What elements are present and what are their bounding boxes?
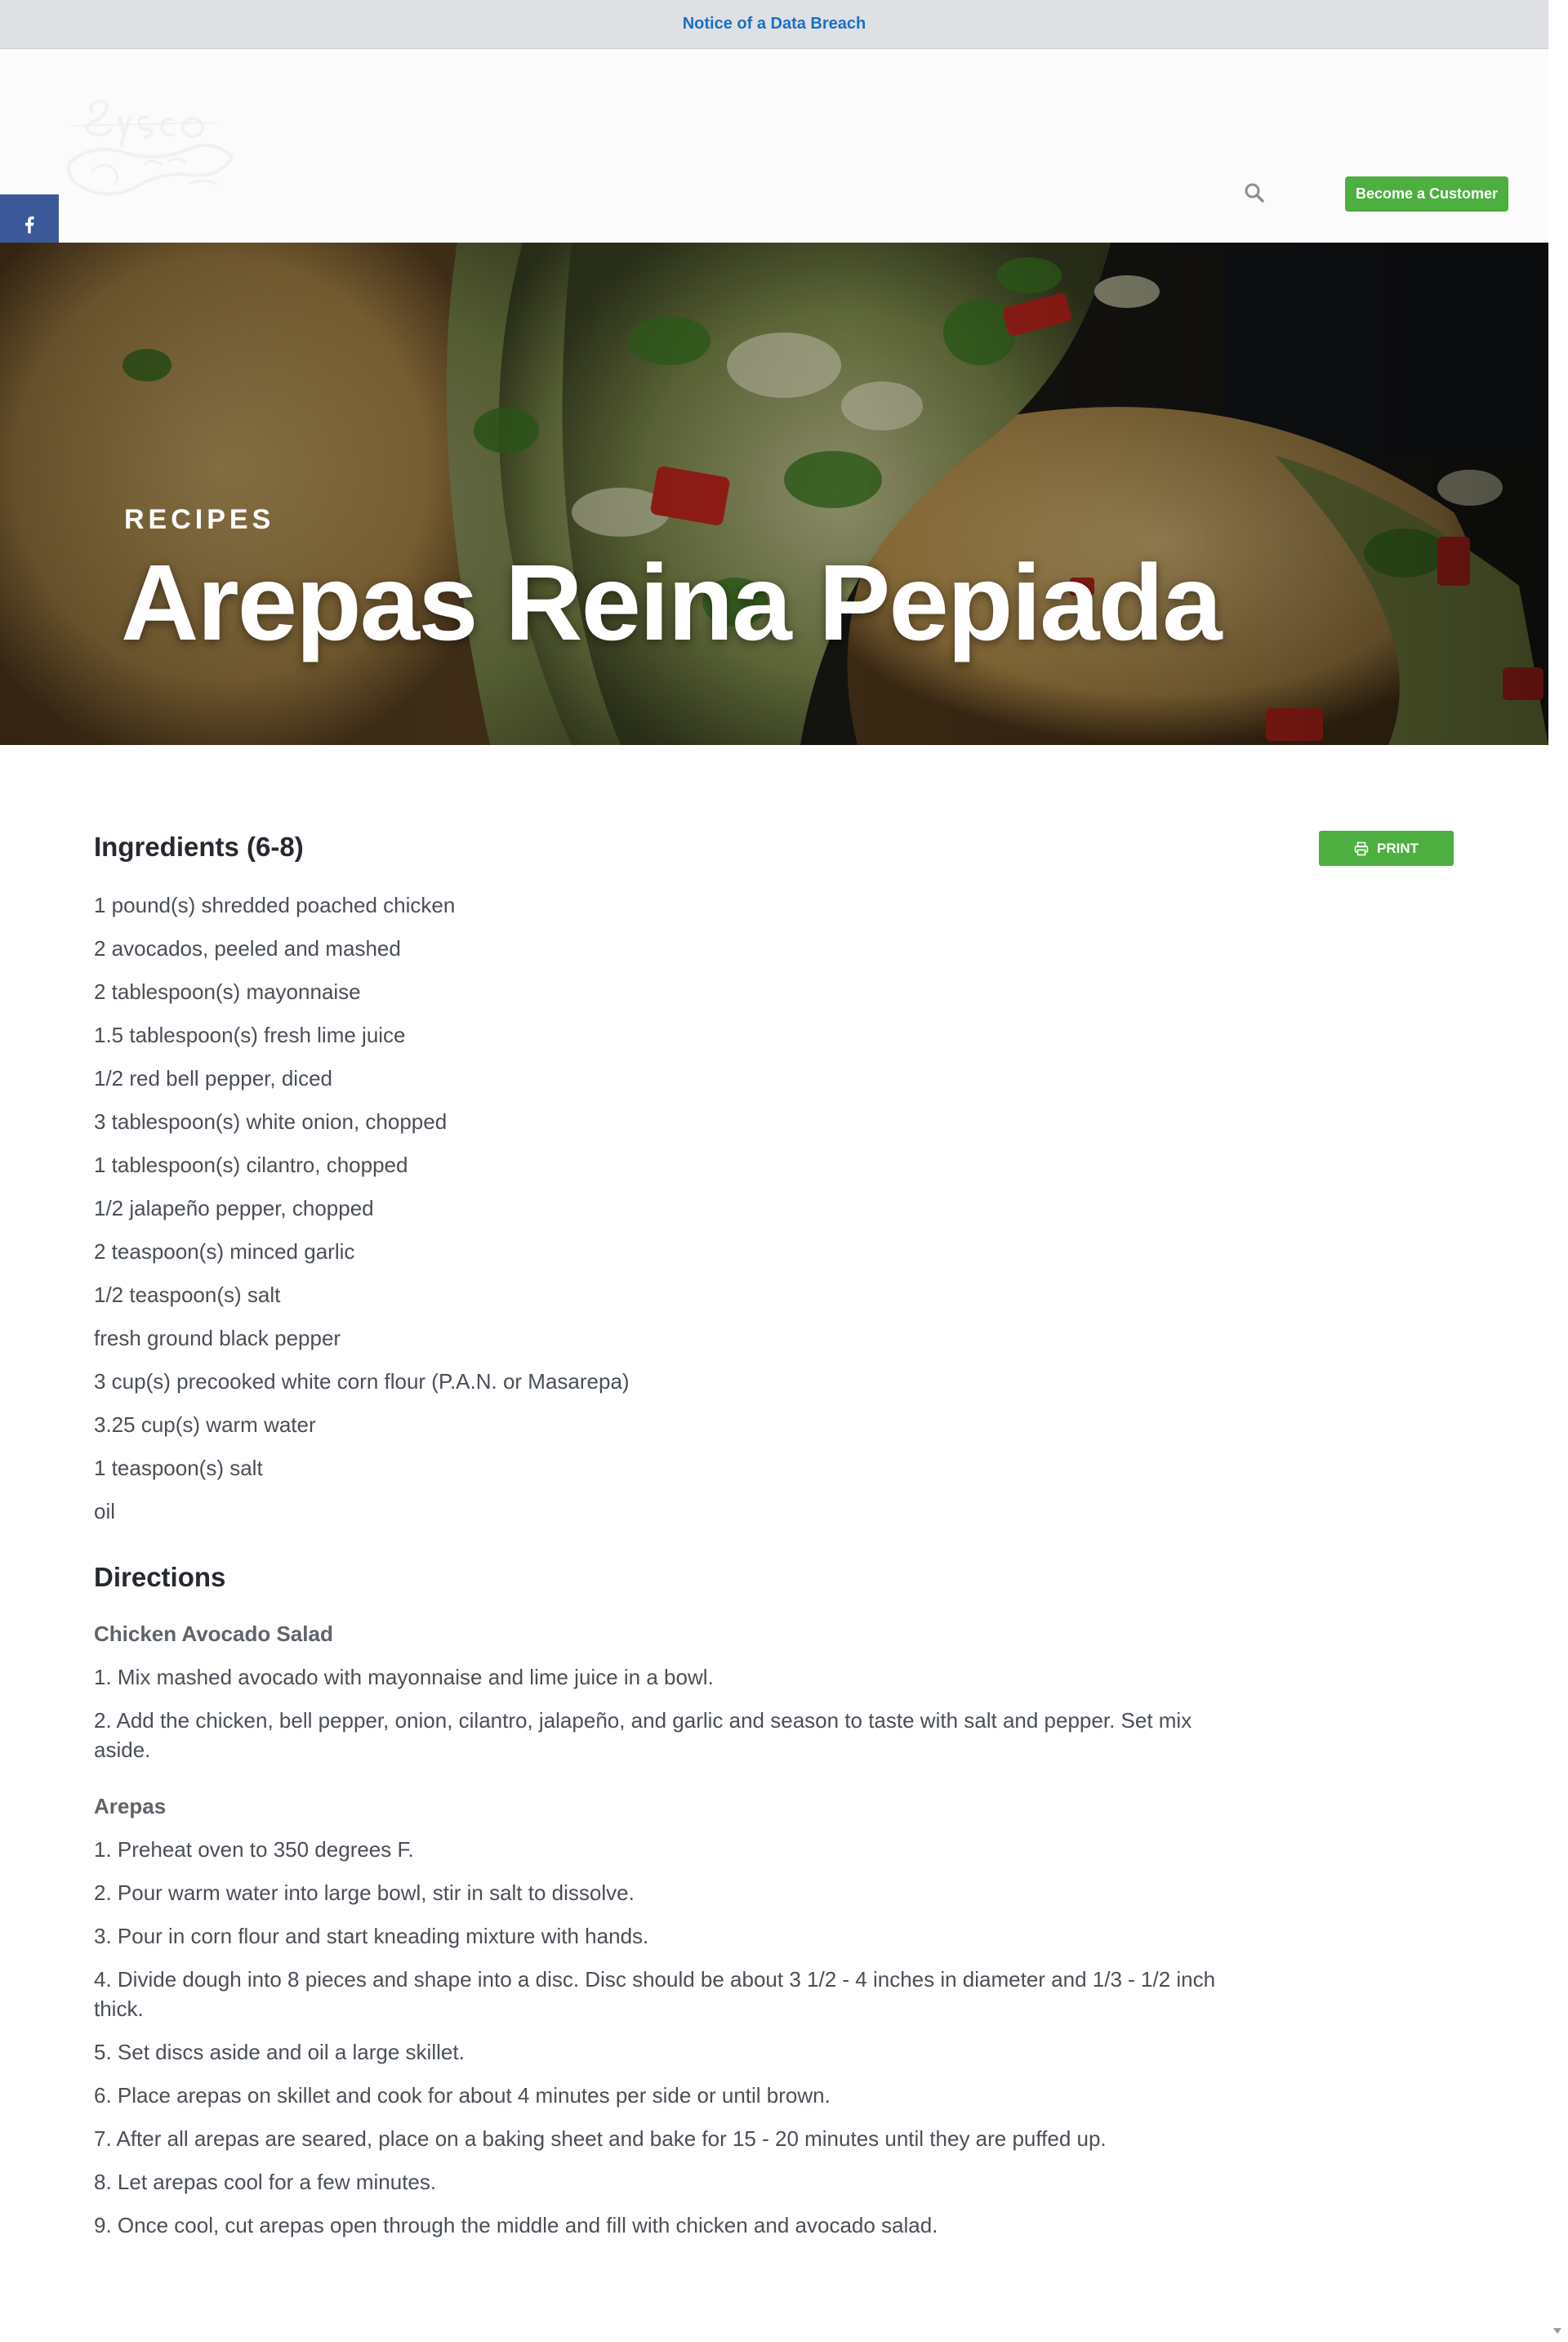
sysco-shipley-logo[interactable] (46, 80, 242, 219)
ingredient-item: 2 avocados, peeled and mashed (94, 936, 401, 961)
site-header: Become a Customer (0, 49, 1548, 243)
ingredients-heading: Ingredients (6-8) (94, 832, 304, 862)
ingredient-item: 3 tablespoon(s) white onion, chopped (94, 1109, 448, 1134)
print-button[interactable]: PRINT (1319, 831, 1454, 866)
direction-step: 1. Preheat oven to 350 degrees F. (94, 1837, 414, 1862)
ingredient-item: 1/2 teaspoon(s) salt (94, 1283, 281, 1307)
printer-icon (1354, 841, 1369, 855)
data-breach-notice-link[interactable]: Notice of a Data Breach (683, 15, 866, 33)
direction-step: 2. Pour warm water into large bowl, stir… (94, 1880, 635, 1905)
hero-category-label: RECIPES (124, 504, 275, 535)
notice-bar: Notice of a Data Breach (0, 0, 1548, 49)
scrollbar-down-arrow[interactable] (1553, 2328, 1561, 2334)
direction-step: 6. Place arepas on skillet and cook for … (94, 2083, 831, 2108)
ingredient-item: 1 tablespoon(s) cilantro, chopped (94, 1153, 408, 1177)
ingredient-item: 2 teaspoon(s) minced garlic (94, 1239, 355, 1264)
direction-step: 5. Set discs aside and oil a large skill… (94, 2040, 465, 2064)
facebook-icon (24, 216, 34, 234)
ingredient-item: 3.25 cup(s) warm water (94, 1412, 316, 1437)
direction-step: 3. Pour in corn flour and start kneading… (94, 1924, 649, 1948)
ingredient-item: 2 tablespoon(s) mayonnaise (94, 979, 361, 1004)
ingredient-item: oil (94, 1499, 116, 1523)
print-label: PRINT (1377, 840, 1419, 856)
directions-subheading: Arepas (94, 1794, 167, 1818)
ingredient-item: 3 cup(s) precooked white corn flour (P.A… (94, 1369, 630, 1394)
hero-food-photo (0, 243, 1548, 745)
recipe-title: Arepas Reina Pepiada (121, 542, 1223, 662)
direction-step: 9. Once cool, cut arepas open through th… (94, 2213, 938, 2237)
ingredient-item: 1/2 red bell pepper, diced (94, 1066, 332, 1091)
search-button[interactable] (1240, 178, 1269, 207)
search-icon (1245, 183, 1264, 203)
ingredient-item: 1 teaspoon(s) salt (94, 1456, 263, 1480)
directions-section-arepas: Arepas 1. Preheat oven to 350 degrees F.… (94, 1791, 1237, 2254)
hero-banner: RECIPES Arepas Reina Pepiada (0, 243, 1548, 745)
directions-section-chicken: Chicken Avocado Salad 1. Mix mashed avoc… (94, 1619, 1237, 1778)
direction-step: 1. Mix mashed avocado with mayonnaise an… (94, 1665, 714, 1689)
ingredient-list: 1 pound(s) shredded poached chicken 2 av… (94, 890, 630, 1540)
become-a-customer-button[interactable]: Become a Customer (1345, 176, 1508, 212)
directions-subheading: Chicken Avocado Salad (94, 1622, 333, 1646)
directions-heading: Directions (94, 1562, 226, 1592)
direction-step: 8. Let arepas cool for a few minutes. (94, 2170, 437, 2194)
direction-step: 2. Add the chicken, bell pepper, onion, … (94, 1708, 1192, 1762)
ingredient-item: fresh ground black pepper (94, 1326, 341, 1350)
ingredient-item: 1.5 tablespoon(s) fresh lime juice (94, 1023, 406, 1047)
direction-step: 4. Divide dough into 8 pieces and shape … (94, 1967, 1216, 2021)
ingredient-item: 1/2 jalapeño pepper, chopped (94, 1196, 374, 1220)
direction-step: 7. After all arepas are seared, place on… (94, 2126, 1107, 2151)
ingredient-item: 1 pound(s) shredded poached chicken (94, 893, 456, 917)
